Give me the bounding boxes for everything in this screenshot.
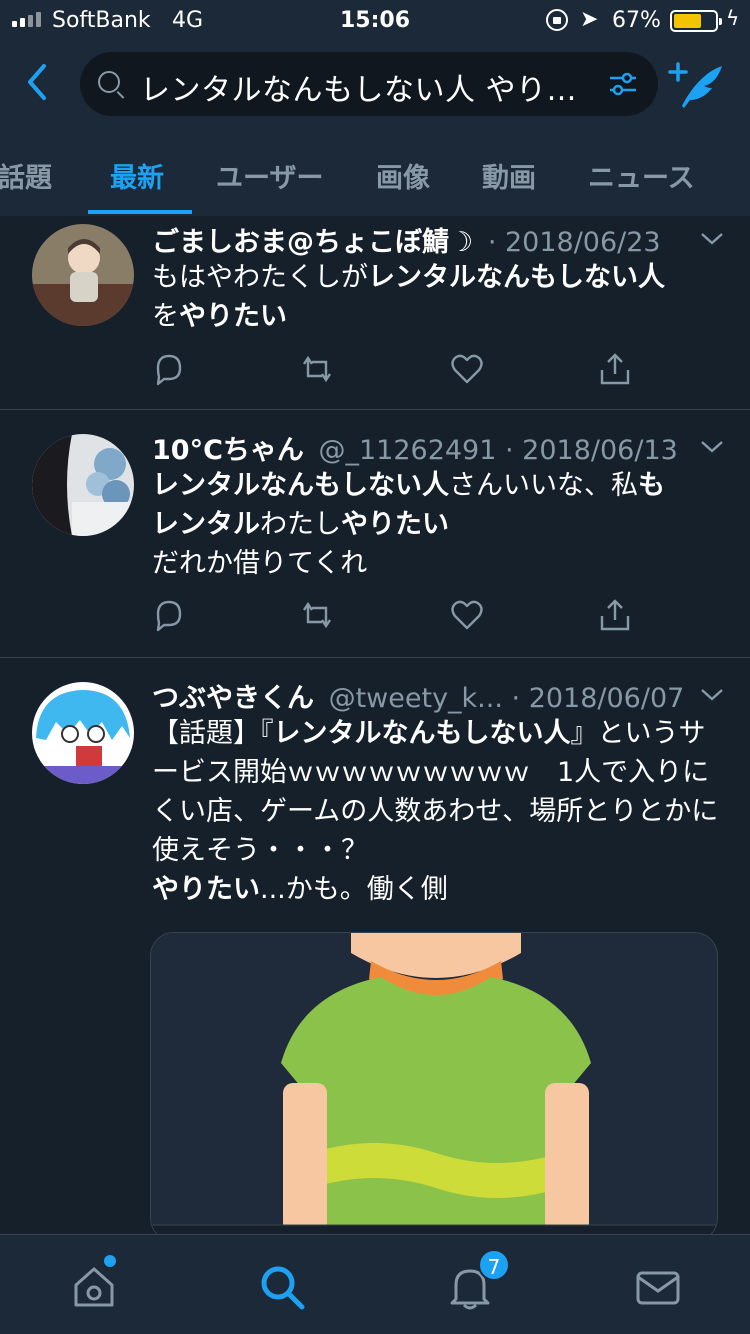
tweet-text: 【話題】『レンタルなんもしない人』というサービス開始ｗｗｗｗｗｗｗｗｗ 1人で入…	[152, 718, 719, 905]
tweet[interactable]: ごましおま@ちょこぼ鯖☽ · 2018/06/23 もはやわたくしがレンタルなん…	[0, 216, 750, 410]
tweet-author-name[interactable]: つぶやきくん	[152, 683, 314, 714]
tweet-author-handle[interactable]: @_11262491	[318, 435, 496, 466]
tab-latest[interactable]: 最新	[110, 156, 164, 195]
tweet-actions	[152, 598, 632, 638]
tab-bar: 話題 最新 ユーザー 画像 動画 ニュース	[0, 140, 750, 216]
search-icon	[98, 71, 120, 93]
battery-icon	[670, 10, 722, 32]
rotation-lock-icon	[546, 9, 568, 31]
tab-users[interactable]: ユーザー	[216, 156, 323, 195]
retweet-icon[interactable]	[300, 598, 334, 632]
search-results-feed[interactable]: ごましおま@ちょこぼ鯖☽ · 2018/06/23 もはやわたくしがレンタルなん…	[0, 216, 750, 1234]
like-heart-icon[interactable]	[450, 598, 484, 632]
filter-icon[interactable]	[608, 70, 638, 98]
charging-icon: ϟ	[726, 6, 740, 30]
chevron-down-icon[interactable]	[700, 232, 724, 246]
top-bar: SoftBank 4G 15:06 ➤ 67% ϟ レンタルなんもしない人 やり…	[0, 0, 750, 216]
status-bar: SoftBank 4G 15:06 ➤ 67% ϟ	[0, 0, 750, 40]
retweet-icon[interactable]	[300, 352, 334, 386]
home-icon[interactable]	[70, 1263, 118, 1311]
battery-percent: 67%	[612, 8, 661, 33]
location-icon: ➤	[580, 7, 599, 32]
tab-images[interactable]: 画像	[376, 156, 430, 195]
compose-tweet-button[interactable]	[668, 60, 728, 112]
like-heart-icon[interactable]	[450, 352, 484, 386]
tab-trending[interactable]: 話題	[0, 156, 52, 195]
tab-news[interactable]: ニュース	[588, 156, 695, 195]
tweet[interactable]: 10°Cちゃん @_11262491 · 2018/06/13 レンタルなんもし…	[0, 410, 750, 658]
search-query: レンタルなんもしない人 やり…	[140, 73, 578, 108]
tweet-date: · 2018/06/23	[487, 227, 661, 258]
tweet-header: 10°Cちゃん @_11262491 · 2018/06/13	[152, 428, 678, 467]
avatar[interactable]	[32, 434, 134, 536]
active-tab-indicator	[88, 210, 192, 214]
bottom-tab-bar: 7	[0, 1234, 750, 1334]
tweet-author-name[interactable]: ごましおま@ちょこぼ鯖☽	[152, 227, 473, 258]
share-icon[interactable]	[598, 598, 632, 632]
home-new-indicator	[104, 1255, 116, 1267]
back-button[interactable]	[22, 62, 62, 106]
reply-icon[interactable]	[152, 598, 186, 632]
tweet-date: · 2018/06/13	[505, 435, 678, 466]
tweet-media-image[interactable]	[150, 932, 718, 1234]
avatar[interactable]	[32, 224, 134, 326]
tab-videos[interactable]: 動画	[482, 156, 536, 195]
chevron-down-icon[interactable]	[700, 688, 724, 702]
tweet-header: つぶやきくん @tweety_k... · 2018/06/07	[152, 676, 684, 715]
feather-plus-icon	[668, 62, 722, 108]
tweet-text: レンタルなんもしない人さんいいな、私も レンタルわたしやりたい だれか借りてくれ	[152, 470, 665, 579]
notifications-badge: 7	[478, 1249, 510, 1281]
chevron-down-icon[interactable]	[700, 440, 724, 454]
tweet-date: · 2018/06/07	[511, 683, 685, 714]
messages-mail-icon[interactable]	[634, 1263, 682, 1311]
share-icon[interactable]	[598, 352, 632, 386]
reply-icon[interactable]	[152, 352, 186, 386]
search-input[interactable]: レンタルなんもしない人 やり…	[80, 52, 658, 116]
tweet-actions	[152, 352, 632, 392]
avatar[interactable]	[32, 682, 134, 784]
search-icon[interactable]	[258, 1263, 306, 1311]
chevron-left-icon	[28, 64, 46, 100]
tweet-header: ごましおま@ちょこぼ鯖☽ · 2018/06/23	[152, 220, 661, 259]
tweet-author-handle[interactable]: @tweety_k...	[329, 683, 503, 714]
tweet-author-name[interactable]: 10°Cちゃん	[152, 435, 304, 466]
tweet-text: もはやわたくしがレンタルなんもしない人 をやりたい	[152, 262, 665, 332]
